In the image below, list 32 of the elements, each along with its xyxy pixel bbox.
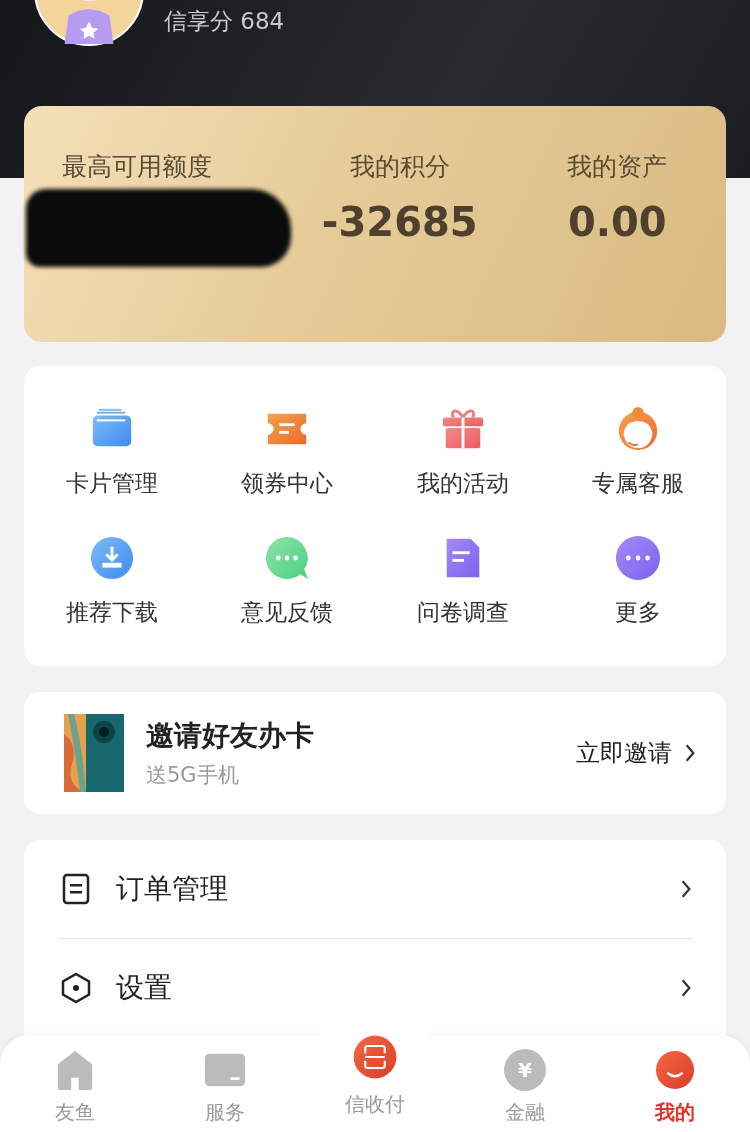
- shortcut-item[interactable]: 更多: [550, 535, 726, 628]
- chevron-icon: [680, 879, 692, 899]
- stat-value: 0.00: [567, 199, 667, 245]
- shortcut-item[interactable]: 问卷调查: [375, 535, 551, 628]
- menu-item[interactable]: 设置: [58, 939, 692, 1037]
- credit-score: 信享分 684: [164, 7, 285, 36]
- tab-item[interactable]: 我的: [600, 1035, 750, 1132]
- home-icon: [55, 1049, 95, 1091]
- chevron-icon: [680, 978, 692, 998]
- chat-bubble-icon: [264, 535, 311, 581]
- more-icon: [615, 535, 662, 581]
- shortcut-item[interactable]: 推荐下载: [24, 535, 200, 628]
- chevron-icon: [684, 743, 696, 763]
- shortcut-item[interactable]: 专属客服: [550, 406, 726, 499]
- stat-label: 我的积分: [349, 151, 450, 183]
- invite-title: 邀请好友办卡: [146, 718, 315, 754]
- download-icon: [88, 535, 135, 581]
- settings-icon: [60, 972, 92, 1004]
- shortcut-item[interactable]: 卡片管理: [24, 406, 200, 499]
- invite-subtitle: 送5G手机: [146, 762, 240, 789]
- stat-label: 最高可用额度: [62, 151, 212, 183]
- invite-banner[interactable]: 邀请好友办卡 送5G手机 立即邀请: [24, 692, 726, 814]
- shortcut-item[interactable]: 意见反馈: [199, 535, 375, 628]
- invite-link[interactable]: 立即邀请: [576, 737, 672, 769]
- shortcut-item[interactable]: 我的活动: [375, 406, 551, 499]
- stat-value: -32685: [321, 199, 478, 245]
- shortcut-item[interactable]: 领券中心: [199, 406, 375, 499]
- smile-icon: [655, 1049, 695, 1091]
- yuan-coin-icon: ¥: [504, 1049, 546, 1091]
- document-icon: [60, 873, 92, 905]
- stat-label: 我的资产: [567, 151, 668, 183]
- menu-item[interactable]: 订单管理: [58, 840, 692, 939]
